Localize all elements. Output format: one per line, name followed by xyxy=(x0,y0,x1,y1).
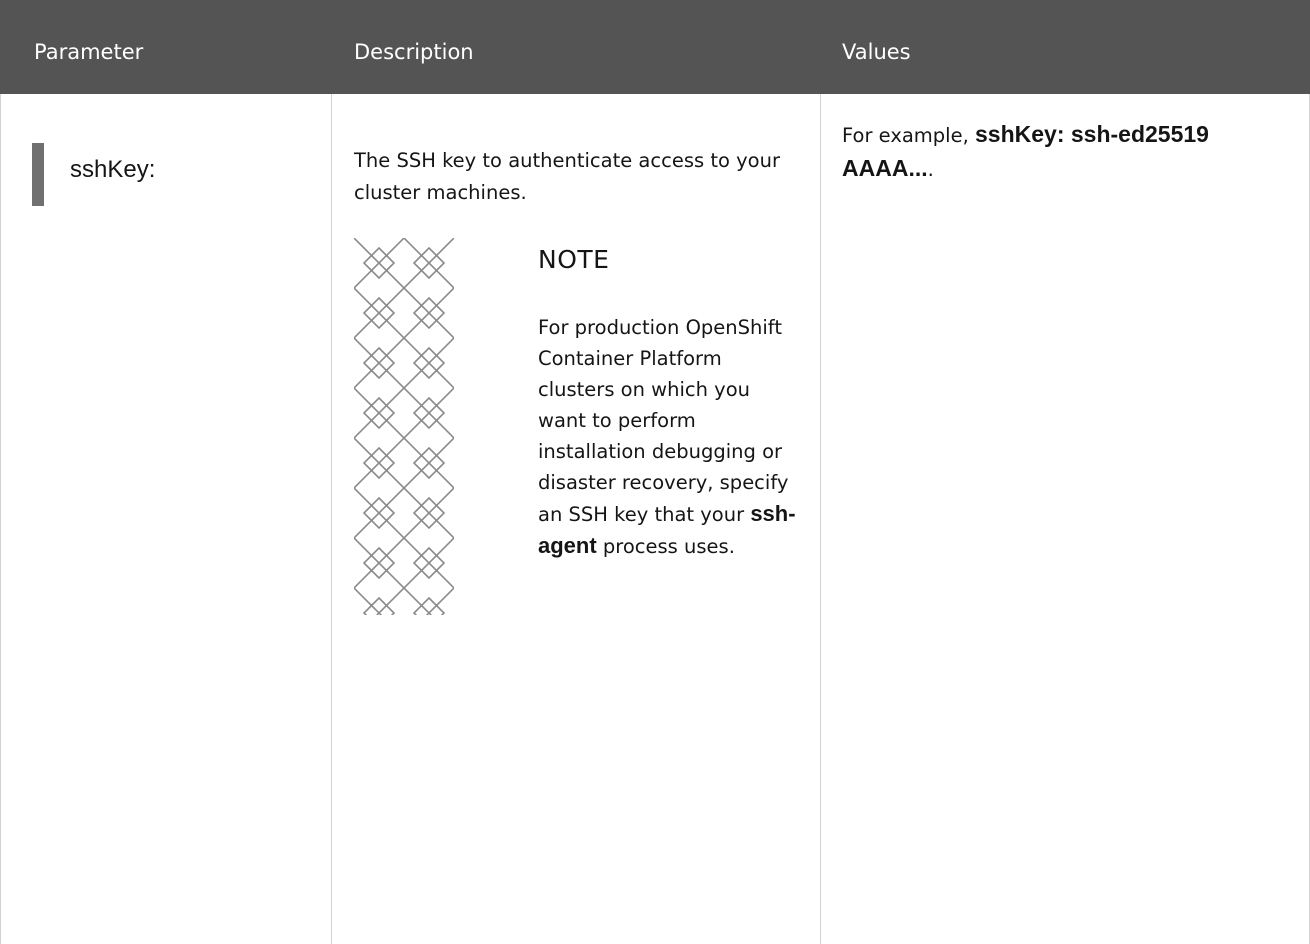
column-divider xyxy=(820,94,821,944)
note-body: For production OpenShift Container Platf… xyxy=(538,312,803,562)
note-title: NOTE xyxy=(538,245,610,274)
column-divider xyxy=(331,94,332,944)
note-text: For production OpenShift Container Platf… xyxy=(538,316,789,526)
values-prefix: For example, xyxy=(842,124,975,147)
parameters-table: Parameter Description Values sshKey: The… xyxy=(0,0,1310,944)
parameter-description: The SSH key to authenticate access to yo… xyxy=(354,149,780,204)
note-text: process uses. xyxy=(596,535,735,558)
header-description: Description xyxy=(354,40,474,64)
parameter-values: For example, sshKey: ssh-ed25519 AAAA...… xyxy=(842,118,1297,186)
header-values: Values xyxy=(842,40,911,64)
column-divider xyxy=(0,94,1,944)
parameter-name: sshKey: xyxy=(70,156,156,183)
note-pattern-icon xyxy=(354,238,454,615)
values-suffix: . xyxy=(927,158,934,181)
parameter-accent-bar xyxy=(32,143,44,206)
table-header: Parameter Description Values xyxy=(0,0,1310,94)
header-parameter: Parameter xyxy=(34,40,144,64)
